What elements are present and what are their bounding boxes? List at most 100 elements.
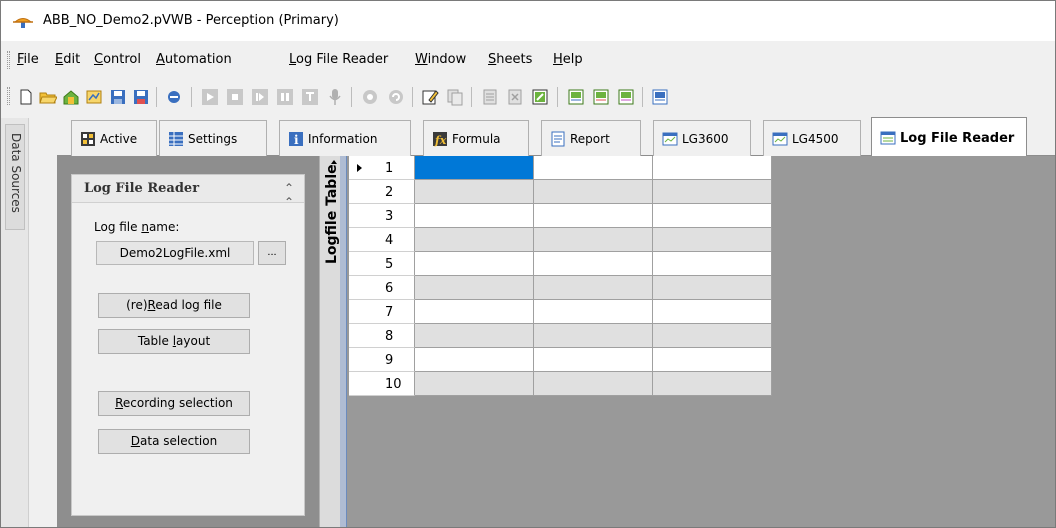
toolbar-grip[interactable] [7, 87, 10, 105]
trigger-icon[interactable] [301, 88, 319, 106]
data-sources-tab[interactable]: Data Sources [5, 124, 25, 230]
table-row[interactable]: 9 [349, 348, 772, 372]
table-cell[interactable] [653, 300, 772, 324]
tab-information[interactable]: i Information [279, 120, 411, 156]
table-cell[interactable] [415, 204, 534, 228]
table-cell[interactable] [653, 324, 772, 348]
menu-sheets[interactable]: Sheets [488, 52, 532, 67]
pause-icon[interactable] [276, 88, 294, 106]
table-row[interactable]: 6 [349, 276, 772, 300]
table-cell[interactable] [534, 228, 653, 252]
delete-icon[interactable] [506, 88, 524, 106]
row-header[interactable]: 9 [349, 348, 415, 372]
menu-edit[interactable]: Edit [55, 52, 80, 67]
recording-selection-button[interactable]: Recording selection [98, 391, 250, 416]
connect-icon[interactable] [165, 88, 183, 106]
table-row[interactable]: 3 [349, 204, 772, 228]
table-cell[interactable] [534, 372, 653, 396]
table-cell[interactable] [653, 276, 772, 300]
tab-active[interactable]: Active [71, 120, 157, 156]
row-header[interactable]: 1 [349, 156, 415, 180]
table-cell[interactable] [534, 324, 653, 348]
save-as-icon[interactable] [132, 88, 150, 106]
menu-grip[interactable] [7, 51, 10, 69]
table-cell[interactable] [534, 204, 653, 228]
collapse-icon[interactable]: ⌃ ⌃ [284, 181, 294, 209]
table-cell[interactable] [415, 156, 534, 180]
menu-file[interactable]: File [17, 52, 39, 67]
panel-header[interactable]: Log File Reader ⌃ ⌃ [72, 175, 304, 209]
browse-button[interactable]: ... [258, 241, 286, 265]
logfile-table-tab[interactable]: Logfile Table [319, 156, 347, 527]
log-file-name-field[interactable]: Demo2LogFile.xml [96, 241, 254, 265]
copy-icon[interactable] [446, 88, 464, 106]
title-bar[interactable]: ABB_NO_Demo2.pVWB - Perception (Primary) [1, 1, 1055, 41]
table-cell[interactable] [415, 324, 534, 348]
table-cell[interactable] [534, 348, 653, 372]
menu-log-file-reader[interactable]: Log File Reader [289, 52, 388, 67]
tab-log-file-reader[interactable]: Log File Reader [871, 117, 1027, 157]
table-cell[interactable] [415, 180, 534, 204]
table-cell[interactable] [415, 228, 534, 252]
tab-report[interactable]: Report [541, 120, 641, 156]
row-header[interactable]: 3 [349, 204, 415, 228]
table-row[interactable]: 5 [349, 252, 772, 276]
edit-notes-icon[interactable] [421, 88, 439, 106]
new-file-icon[interactable] [17, 88, 35, 106]
row-header[interactable]: 4 [349, 228, 415, 252]
table-row[interactable]: 1 [349, 156, 772, 180]
table-row[interactable]: 7 [349, 300, 772, 324]
tab-settings[interactable]: Settings [159, 120, 267, 156]
stop-icon[interactable] [226, 88, 244, 106]
document-icon[interactable] [481, 88, 499, 106]
table-cell[interactable] [415, 348, 534, 372]
timer-icon[interactable] [361, 88, 379, 106]
table-cell[interactable] [415, 276, 534, 300]
table-cell[interactable] [534, 156, 653, 180]
table-cell[interactable] [653, 156, 772, 180]
row-header[interactable]: 8 [349, 324, 415, 348]
table-cell[interactable] [653, 348, 772, 372]
save-icon[interactable] [109, 88, 127, 106]
table-cell[interactable] [653, 372, 772, 396]
table-row[interactable]: 10 [349, 372, 772, 396]
open-experiment-icon[interactable] [62, 88, 80, 106]
table-cell[interactable] [415, 300, 534, 324]
open-workbench-icon[interactable] [85, 88, 103, 106]
table-cell[interactable] [653, 180, 772, 204]
menu-automation[interactable]: Automation [156, 52, 232, 67]
play-icon[interactable] [201, 88, 219, 106]
table-cell[interactable] [534, 180, 653, 204]
excel-template-icon[interactable] [617, 88, 635, 106]
excel-export-icon[interactable] [567, 88, 585, 106]
menu-help[interactable]: Help [553, 52, 583, 67]
menu-window[interactable]: Window [415, 52, 466, 67]
row-header[interactable]: 5 [349, 252, 415, 276]
table-cell[interactable] [653, 228, 772, 252]
row-header[interactable]: 10 [349, 372, 415, 396]
row-header[interactable]: 7 [349, 300, 415, 324]
reset-icon[interactable] [387, 88, 405, 106]
table-row[interactable]: 4 [349, 228, 772, 252]
table-cell[interactable] [534, 276, 653, 300]
table-cell[interactable] [415, 252, 534, 276]
tab-lg3600[interactable]: LG3600 [653, 120, 751, 156]
word-export-icon[interactable] [651, 88, 669, 106]
menu-control[interactable]: Control [94, 52, 141, 67]
table-row[interactable]: 2 [349, 180, 772, 204]
data-selection-button[interactable]: Data selection [98, 429, 250, 454]
table-cell[interactable] [415, 372, 534, 396]
table-row[interactable]: 8 [349, 324, 772, 348]
row-header[interactable]: 6 [349, 276, 415, 300]
tab-lg4500[interactable]: LG4500 [763, 120, 861, 156]
microphone-icon[interactable] [326, 88, 344, 106]
excel-report-icon[interactable] [592, 88, 610, 106]
table-cell[interactable] [653, 252, 772, 276]
open-folder-icon[interactable] [39, 88, 57, 106]
table-cell[interactable] [653, 204, 772, 228]
tab-formula[interactable]: fx Formula [423, 120, 529, 156]
table-cell[interactable] [534, 300, 653, 324]
table-layout-button[interactable]: Table layout [98, 329, 250, 354]
reread-log-file-button[interactable]: (re)Read log file [98, 293, 250, 318]
resume-icon[interactable] [251, 88, 269, 106]
